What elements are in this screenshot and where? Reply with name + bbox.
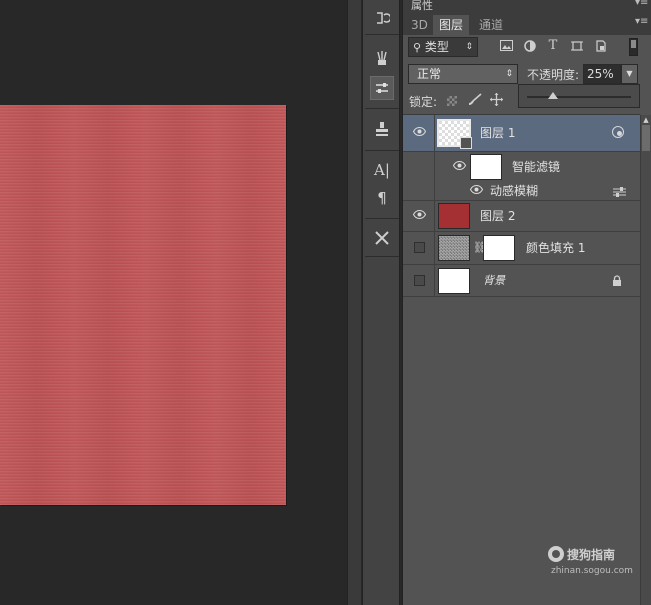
layer-thumbnail-noise[interactable] [438, 235, 470, 261]
updown-icon: ⇕ [465, 42, 473, 52]
adjust-panel-icon[interactable] [370, 76, 394, 100]
layer-row-layer1[interactable]: 图层 1 [403, 115, 640, 152]
eye-icon[interactable] [409, 124, 429, 142]
blend-mode-select[interactable]: 正常 ⇕ [408, 64, 518, 84]
layer-row-color-fill[interactable]: ⛓ 颜色填充 1 [403, 232, 640, 265]
opacity-slider-track[interactable] [527, 96, 631, 98]
smart-filter-mask-thumbnail[interactable] [470, 154, 502, 180]
eye-column-divider [434, 232, 435, 265]
panel-tabs: 3D 图层 通道 ▾≡ [403, 12, 651, 35]
layer-thumbnail-white[interactable] [438, 268, 470, 294]
sogou-watermark: 搜狗指南 zhinan.sogou.com [548, 546, 648, 586]
panel-menu-icon[interactable]: ▾≡ [635, 0, 648, 8]
blend-mode-value: 正常 [417, 67, 442, 81]
watermark-url: zhinan.sogou.com [551, 566, 633, 576]
brushes-icon[interactable] [370, 46, 394, 70]
eye-column-divider [434, 265, 435, 297]
layer-row-background[interactable]: 背景 [403, 265, 640, 297]
clone-stamp-icon[interactable] [370, 117, 394, 141]
scroll-up-icon[interactable]: ▲ [642, 116, 650, 124]
layer-name[interactable]: 动感模糊 [490, 183, 538, 199]
red-brushed-document[interactable] [0, 105, 286, 505]
paragraph-icon[interactable]: ¶ [370, 186, 394, 210]
tab-layers[interactable]: 图层 [433, 15, 470, 35]
layer-name[interactable]: 颜色填充 1 [526, 240, 585, 256]
visibility-toggle-off[interactable] [414, 275, 425, 286]
eye-icon[interactable] [466, 182, 486, 200]
crop-square-icon[interactable] [570, 40, 584, 54]
panel-header: 属性 ▾≡ [403, 0, 651, 12]
layer-name[interactable]: 图层 1 [480, 125, 515, 141]
eye-column-divider [434, 115, 435, 152]
updown-icon: ⇕ [505, 69, 513, 79]
tool-separator [365, 256, 399, 257]
tool-separator [365, 108, 399, 109]
move-icon[interactable] [489, 93, 503, 107]
panel-dock-column: A| ¶ [362, 0, 400, 605]
smart-filter-badge-icon [612, 126, 624, 138]
layer-thumbnail-transparent[interactable] [437, 119, 472, 149]
eye-column-divider [434, 182, 435, 201]
tool-separator [365, 150, 399, 151]
layer-filter-select[interactable]: ⚲ 类型 ⇕ [408, 37, 478, 57]
tool-separator [365, 34, 399, 35]
tab-3d[interactable]: 3D [405, 15, 434, 35]
layer-mask-thumbnail[interactable] [483, 235, 515, 261]
circle-half-icon[interactable] [523, 40, 537, 54]
visibility-toggle-off[interactable] [414, 242, 425, 253]
history-icon[interactable] [370, 6, 394, 30]
layer-row-smart-filters[interactable]: 智能滤镜 [403, 152, 640, 182]
checker-icon[interactable] [447, 96, 457, 106]
eye-icon[interactable] [449, 158, 469, 176]
opacity-dropdown-button[interactable]: ▼ [621, 64, 638, 84]
opacity-input[interactable]: 25% [583, 64, 621, 84]
watermark-brand: 搜狗指南 [567, 548, 616, 562]
filter-blending-options-icon[interactable] [613, 186, 626, 197]
opacity-label: 不透明度: [527, 68, 580, 82]
search-icon: ⚲ [413, 41, 422, 54]
layer-list-scrollbar[interactable] [640, 115, 651, 605]
lock-label: 锁定: [409, 95, 438, 109]
eye-column-divider [434, 201, 435, 232]
character-icon[interactable]: A| [370, 158, 394, 182]
layer-thumbnail-red[interactable] [438, 203, 470, 229]
text-T-icon[interactable]: T [546, 39, 560, 53]
brush-icon[interactable] [467, 93, 483, 107]
canvas-scrollbar[interactable] [347, 0, 361, 605]
eye-column-divider [434, 152, 435, 182]
tab-channels[interactable]: 通道 [473, 15, 509, 35]
tool-separator [365, 218, 399, 219]
scrollbar-thumb[interactable] [642, 125, 650, 151]
layers-panel: 属性 ▾≡ 3D 图层 通道 ▾≡ ⚲ 类型 ⇕ T 正常 ⇕ 不透明度: 25… [402, 0, 651, 605]
tabs-menu-icon[interactable]: ▾≡ [635, 16, 648, 27]
filter-toggle-switch[interactable] [629, 38, 638, 56]
chain-link-icon[interactable]: ⛓ [473, 241, 487, 255]
smart-object-icon[interactable] [594, 40, 608, 54]
tools-icon[interactable] [370, 226, 394, 250]
smart-object-badge-icon [460, 137, 472, 149]
document-canvas[interactable] [0, 0, 347, 605]
layer-row-motion-blur[interactable]: 动感模糊 [403, 182, 640, 201]
layer-name[interactable]: 图层 2 [480, 208, 515, 224]
opacity-slider-thumb[interactable] [548, 92, 558, 99]
image-icon[interactable] [499, 40, 513, 54]
filter-kind-label: 类型 [424, 40, 449, 54]
opacity-value: 25% [587, 67, 614, 81]
layer-row-layer2[interactable]: 图层 2 [403, 201, 640, 232]
layer-name[interactable]: 背景 [483, 273, 505, 289]
lock-icon [612, 275, 622, 287]
eye-icon[interactable] [409, 207, 429, 225]
opacity-slider-popup[interactable] [518, 84, 640, 108]
layer-name[interactable]: 智能滤镜 [512, 159, 560, 175]
sogou-logo-icon [548, 546, 564, 562]
